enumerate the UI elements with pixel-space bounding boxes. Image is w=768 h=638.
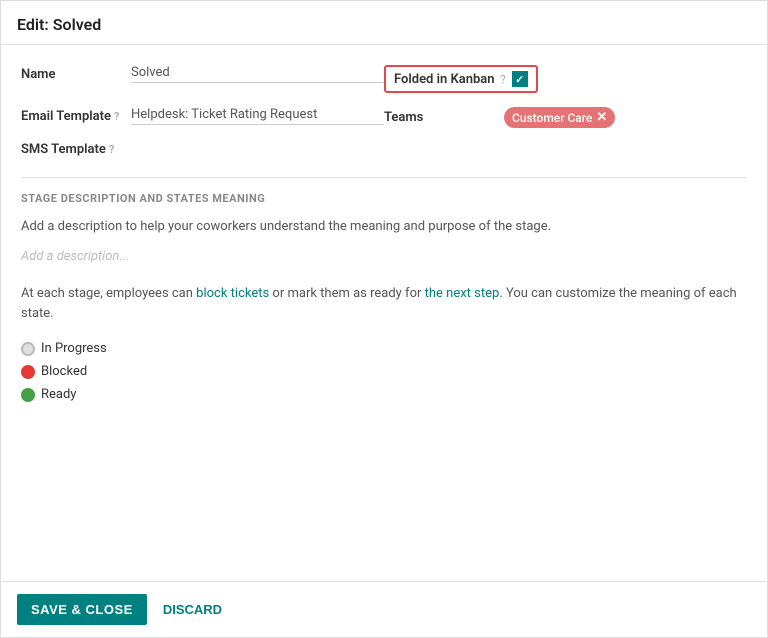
team-badge-close-icon[interactable]: ✕ bbox=[596, 110, 607, 125]
block-tickets-link[interactable]: block tickets bbox=[196, 286, 269, 301]
state-list: In Progress Blocked Ready bbox=[21, 341, 747, 402]
blocked-label: Blocked bbox=[41, 364, 87, 379]
in-progress-label: In Progress bbox=[41, 341, 107, 356]
section-divider bbox=[21, 177, 747, 178]
sms-template-row: SMS Template ? bbox=[21, 142, 747, 157]
team-badge[interactable]: Customer Care ✕ bbox=[504, 107, 615, 128]
section-heading: STAGE DESCRIPTION AND STATES MEANING bbox=[21, 192, 747, 205]
save-close-button[interactable]: SAVE & CLOSE bbox=[17, 594, 147, 625]
blocked-dot bbox=[21, 365, 35, 379]
teams-label: Teams bbox=[384, 110, 494, 125]
ready-label: Ready bbox=[41, 387, 76, 402]
name-and-kanban-row: Name Solved Folded in Kanban ? bbox=[21, 65, 747, 93]
folded-in-kanban-box[interactable]: Folded in Kanban ? bbox=[384, 65, 538, 93]
footer: SAVE & CLOSE DISCARD bbox=[1, 581, 767, 637]
team-badge-label: Customer Care bbox=[512, 111, 592, 125]
email-template-value[interactable]: Helpdesk: Ticket Rating Request bbox=[131, 107, 384, 125]
state-ready: Ready bbox=[21, 387, 747, 402]
description-input[interactable]: Add a description... bbox=[21, 247, 747, 266]
next-step-link[interactable]: the next step bbox=[425, 286, 500, 301]
kanban-field-group: Folded in Kanban ? bbox=[384, 65, 747, 93]
page-title: Edit: Solved bbox=[17, 15, 101, 34]
block-info-text2: or mark them as ready for bbox=[269, 286, 424, 301]
name-value: Solved bbox=[131, 65, 384, 83]
discard-button[interactable]: DISCARD bbox=[159, 594, 226, 625]
state-blocked: Blocked bbox=[21, 364, 747, 379]
folded-kanban-checkbox[interactable] bbox=[512, 71, 528, 87]
email-template-label: Email Template ? bbox=[21, 109, 131, 124]
email-template-group: Email Template ? Helpdesk: Ticket Rating… bbox=[21, 107, 384, 125]
form-area: Name Solved Folded in Kanban ? Email Tem… bbox=[1, 45, 767, 581]
in-progress-dot bbox=[21, 342, 35, 356]
ready-dot bbox=[21, 388, 35, 402]
name-label: Name bbox=[21, 67, 131, 82]
sms-template-label: SMS Template ? bbox=[21, 142, 131, 157]
email-and-teams-row: Email Template ? Helpdesk: Ticket Rating… bbox=[21, 107, 747, 128]
description-hint: Add a description to help your coworkers… bbox=[21, 217, 747, 237]
block-info-text1: At each stage, employees can bbox=[21, 286, 196, 301]
page-header: Edit: Solved bbox=[1, 1, 767, 45]
name-field-group: Name Solved bbox=[21, 65, 384, 83]
sms-template-help-icon[interactable]: ? bbox=[109, 143, 114, 156]
folded-kanban-label: Folded in Kanban bbox=[394, 72, 495, 87]
teams-group: Teams Customer Care ✕ bbox=[384, 107, 747, 128]
state-in-progress: In Progress bbox=[21, 341, 747, 356]
block-info: At each stage, employees can block ticke… bbox=[21, 284, 747, 326]
email-template-help-icon[interactable]: ? bbox=[114, 110, 119, 123]
folded-kanban-help-icon[interactable]: ? bbox=[501, 73, 506, 86]
